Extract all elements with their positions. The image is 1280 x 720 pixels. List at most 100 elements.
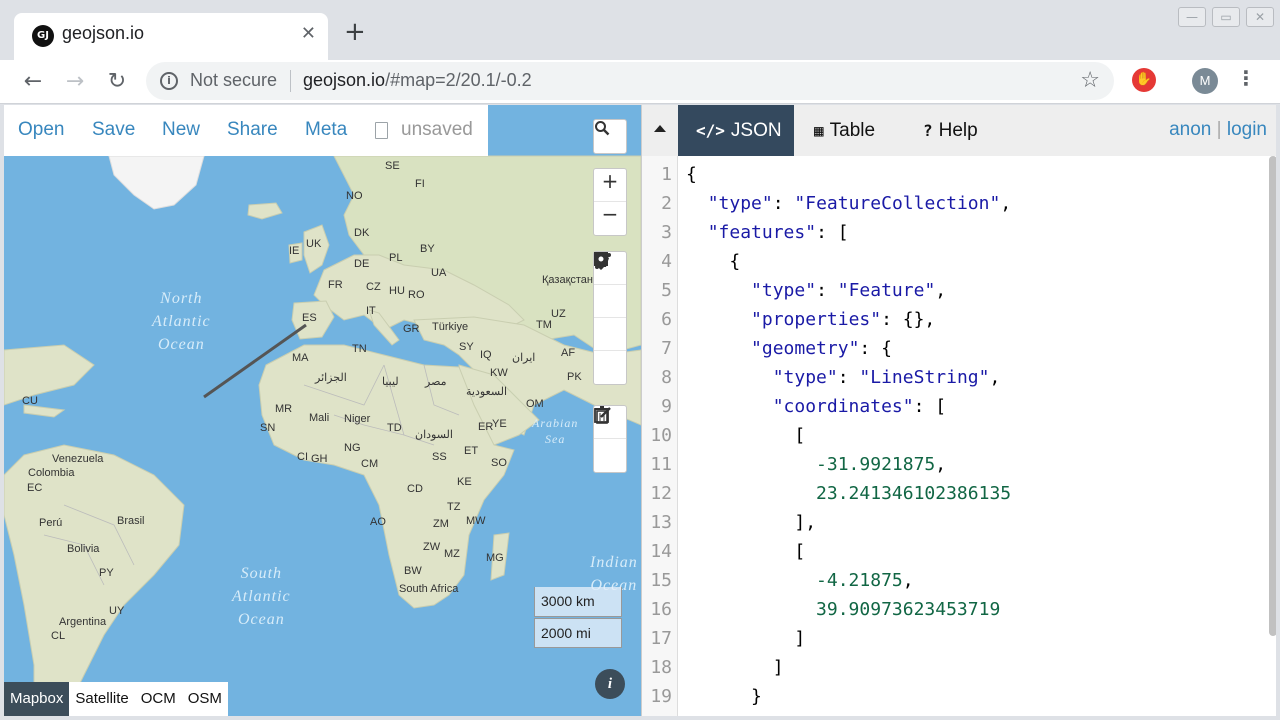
search-icon[interactable] bbox=[594, 120, 626, 153]
code-line: "properties": {}, bbox=[751, 309, 936, 330]
country-label: NO bbox=[346, 190, 363, 202]
country-label: SN bbox=[260, 422, 276, 434]
zoom-in-icon[interactable]: + bbox=[594, 169, 626, 202]
country-label: BW bbox=[404, 565, 422, 577]
browser-tabstrip: GJ geojson.io ✕ + — ▭ ✕ bbox=[0, 0, 1280, 60]
layer-mapbox-button[interactable]: Mapbox bbox=[4, 682, 70, 716]
ocean-label-line: Ocean bbox=[237, 611, 285, 628]
ocean-label-arabian-sea: Arabian Sea bbox=[532, 415, 578, 447]
map-view[interactable]: North Atlantic Ocean South Atlantic Ocea… bbox=[4, 105, 641, 716]
login-link[interactable]: login bbox=[1227, 119, 1267, 140]
collapse-panel-icon[interactable] bbox=[654, 125, 666, 132]
country-label: SS bbox=[432, 451, 447, 463]
country-label: Mali bbox=[309, 412, 330, 424]
map-info-icon[interactable]: i bbox=[595, 669, 625, 699]
tab-help[interactable]: ? Help bbox=[923, 105, 978, 156]
layer-satellite-button[interactable]: Satellite bbox=[69, 682, 134, 716]
zoom-out-icon[interactable]: − bbox=[594, 202, 626, 235]
security-label: Not secure bbox=[190, 70, 278, 90]
editor-scrollbar[interactable] bbox=[1269, 156, 1276, 636]
country-label: ليبيا bbox=[382, 376, 399, 388]
table-icon: ▦ bbox=[814, 121, 824, 140]
new-tab-icon[interactable]: + bbox=[344, 18, 366, 46]
code-line: -4.21875, bbox=[816, 570, 914, 591]
browser-tab[interactable]: GJ geojson.io ✕ bbox=[14, 13, 328, 60]
country-label: CL bbox=[51, 630, 66, 642]
extension-icon[interactable]: ✋ bbox=[1132, 68, 1156, 92]
new-button[interactable]: New bbox=[162, 119, 200, 141]
editor-panel: </> JSON ▦ Table ? Help anon | login 123456… bbox=[641, 105, 1276, 716]
country-label: UY bbox=[109, 605, 125, 617]
ocean-label-line: Indian bbox=[590, 554, 638, 571]
country-label: UZ bbox=[551, 308, 566, 320]
country-label: MG bbox=[486, 552, 504, 564]
browser-menu-icon[interactable]: ⋮ bbox=[1236, 66, 1256, 90]
delete-layers-icon[interactable] bbox=[594, 406, 626, 472]
file-menu-bar: Open Save New Share Meta unsaved bbox=[4, 105, 488, 156]
layer-osm-button[interactable]: OSM bbox=[182, 682, 228, 716]
line-number: 17 bbox=[650, 628, 672, 649]
line-number: 7 bbox=[661, 338, 672, 359]
code-line: "type": "FeatureCollection", bbox=[707, 193, 1012, 214]
country-label: NG bbox=[344, 442, 361, 454]
line-number: 9 bbox=[661, 396, 672, 417]
share-button[interactable]: Share bbox=[227, 119, 278, 141]
code-line: [ bbox=[686, 425, 806, 446]
country-label: Niger bbox=[344, 413, 371, 425]
zoom-control: + − bbox=[593, 168, 627, 236]
ocean-label-line: Sea bbox=[545, 432, 566, 446]
country-label: FI bbox=[415, 178, 425, 190]
country-label: AO bbox=[370, 516, 386, 528]
country-label: TD bbox=[387, 422, 402, 434]
country-label: GH bbox=[311, 453, 328, 465]
address-bar[interactable]: i Not secure geojson.io/#map=2/20.1/-0.2… bbox=[146, 62, 1114, 100]
draw-polygon-icon[interactable] bbox=[594, 253, 626, 318]
window-close-icon[interactable]: ✕ bbox=[1246, 7, 1274, 27]
scale-mi: 2000 mi bbox=[534, 618, 622, 648]
url-text[interactable]: geojson.io/#map=2/20.1/-0.2 bbox=[303, 70, 532, 91]
code-line: 39.90973623453719 bbox=[816, 599, 1001, 620]
ocean-label-line: North bbox=[160, 290, 203, 307]
line-number: 14 bbox=[650, 541, 672, 562]
country-label: MR bbox=[275, 403, 293, 415]
country-label: BY bbox=[420, 243, 435, 255]
forward-icon[interactable]: → bbox=[59, 66, 91, 98]
back-icon[interactable]: ← bbox=[17, 66, 49, 98]
code-line: [ bbox=[686, 541, 806, 562]
close-tab-icon[interactable]: ✕ bbox=[301, 23, 316, 44]
draw-rectangle-icon[interactable] bbox=[594, 252, 626, 351]
json-editor[interactable]: 1 2 3 4 5 6 7 8 9 10 11 12 13 14 15 16 17 18 19 { "type": … bbox=[642, 156, 1276, 716]
tab-table-label: Table bbox=[829, 120, 876, 141]
avatar[interactable]: M bbox=[1192, 68, 1218, 94]
country-label: Қазақстан bbox=[542, 274, 593, 286]
line-number: 4 bbox=[661, 251, 672, 272]
country-label: Türkiye bbox=[432, 321, 469, 333]
bookmark-star-icon[interactable]: ☆ bbox=[1080, 68, 1100, 93]
save-button[interactable]: Save bbox=[92, 119, 135, 141]
auth-links: anon | login bbox=[1169, 119, 1267, 141]
country-label: CM bbox=[361, 458, 379, 470]
country-label: DK bbox=[354, 227, 370, 239]
reload-icon[interactable]: ↻ bbox=[101, 66, 133, 98]
country-label: KE bbox=[457, 476, 472, 488]
country-label: Brasil bbox=[117, 515, 145, 527]
country-label: Bolivia bbox=[67, 543, 100, 555]
ocean-label-line: Atlantic bbox=[232, 588, 291, 605]
meta-button[interactable]: Meta bbox=[305, 119, 347, 141]
code-line: "type": "LineString", bbox=[772, 367, 1001, 388]
user-link[interactable]: anon bbox=[1169, 119, 1211, 140]
country-label: UA bbox=[431, 267, 447, 279]
line-number: 1 bbox=[661, 164, 672, 185]
url-host: geojson.io bbox=[303, 70, 386, 90]
open-button[interactable]: Open bbox=[18, 119, 64, 141]
draw-marker-icon[interactable] bbox=[594, 252, 626, 384]
country-label: IQ bbox=[480, 349, 492, 361]
minimize-icon[interactable]: — bbox=[1178, 7, 1206, 27]
tab-table[interactable]: ▦ Table bbox=[814, 105, 875, 156]
tab-json[interactable]: </> JSON bbox=[678, 105, 794, 156]
site-info-icon[interactable]: i bbox=[160, 72, 178, 90]
layer-ocm-button[interactable]: OCM bbox=[135, 682, 182, 716]
help-icon: ? bbox=[923, 121, 933, 140]
maximize-icon[interactable]: ▭ bbox=[1212, 7, 1240, 27]
url-path: /#map=2/20.1/-0.2 bbox=[385, 70, 532, 90]
